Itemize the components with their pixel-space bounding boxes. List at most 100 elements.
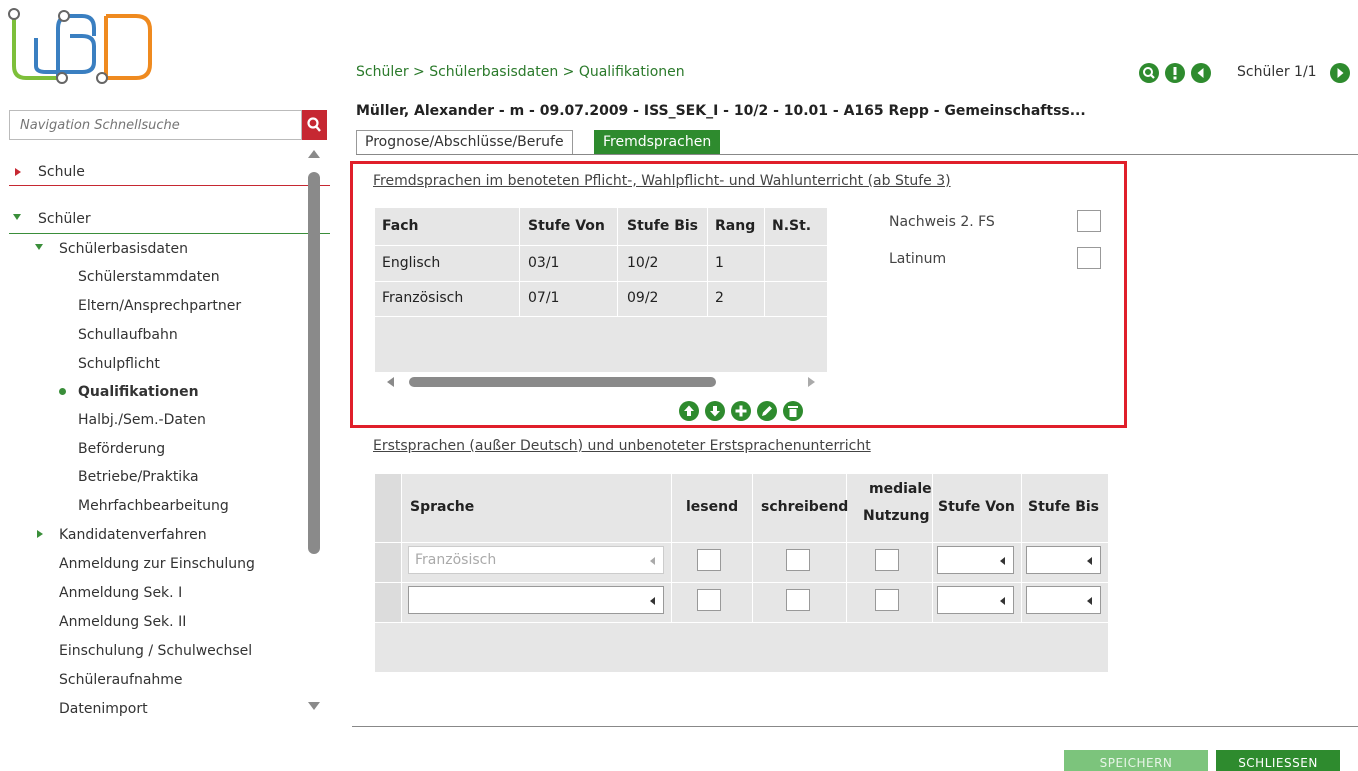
col-divider bbox=[707, 208, 708, 316]
column-header[interactable]: Nutzung bbox=[863, 508, 929, 524]
close-button[interactable]: SCHLIESSEN bbox=[1216, 750, 1340, 771]
nav-item-betriebe[interactable]: Betriebe/Praktika bbox=[78, 467, 199, 487]
sidebar-scrollbar[interactable] bbox=[308, 172, 320, 554]
nav-item-eltern[interactable]: Eltern/Ansprechpartner bbox=[78, 296, 241, 316]
arrow-up-icon bbox=[684, 405, 694, 416]
caret-left-icon bbox=[650, 597, 655, 605]
scroll-down-arrow[interactable] bbox=[308, 702, 320, 710]
tab-prognose[interactable]: Prognose/Abschlüsse/Berufe bbox=[356, 130, 573, 155]
language-select[interactable]: Französisch bbox=[408, 546, 664, 574]
nav-item-schueleraufnahme[interactable]: Schüleraufnahme bbox=[59, 670, 183, 690]
nav-item-kandidatenverfahren[interactable]: Kandidatenverfahren bbox=[59, 525, 207, 545]
nav-item-anmeldung-einschulung[interactable]: Anmeldung zur Einschulung bbox=[59, 554, 255, 574]
column-header[interactable]: Stufe Bis bbox=[1028, 499, 1099, 515]
column-header[interactable]: mediale bbox=[869, 481, 932, 497]
nav-item-schuelerstammdaten[interactable]: Schülerstammdaten bbox=[78, 267, 220, 287]
column-header[interactable]: schreibend bbox=[761, 499, 848, 515]
table-cell[interactable]: 10/2 bbox=[627, 255, 658, 271]
search-pupil-button[interactable] bbox=[1139, 63, 1159, 83]
nav-item-halbj-sem[interactable]: Halbj./Sem.-Daten bbox=[78, 410, 206, 430]
nav-item-schueler[interactable]: Schüler bbox=[38, 209, 91, 229]
lesend-checkbox[interactable] bbox=[697, 549, 721, 571]
stufe-von-select[interactable] bbox=[937, 546, 1014, 574]
tab-fremdsprachen[interactable]: Fremdsprachen bbox=[594, 130, 721, 155]
move-up-button[interactable] bbox=[679, 401, 699, 421]
next-pupil-button[interactable] bbox=[1330, 63, 1350, 83]
scroll-right-arrow[interactable] bbox=[808, 377, 815, 387]
language-select-value: Französisch bbox=[415, 552, 497, 568]
column-header[interactable]: Fach bbox=[382, 218, 418, 234]
table-cell[interactable]: 09/2 bbox=[627, 290, 658, 306]
active-dot-icon bbox=[59, 388, 66, 395]
table-cell[interactable]: Englisch bbox=[382, 255, 440, 271]
nav-item-qualifikationen[interactable]: Qualifikationen bbox=[78, 382, 199, 402]
nav-item-befoerderung[interactable]: Beförderung bbox=[78, 439, 165, 459]
column-header[interactable]: lesend bbox=[686, 499, 738, 515]
row-divider bbox=[375, 622, 1108, 623]
previous-pupil-button[interactable] bbox=[1191, 63, 1211, 83]
nav-item-schuelerbasisdaten[interactable]: Schülerbasisdaten bbox=[59, 239, 188, 259]
nav-search-input[interactable] bbox=[9, 110, 302, 140]
col-divider bbox=[932, 474, 933, 622]
schreibend-checkbox[interactable] bbox=[786, 549, 810, 571]
mediale-nutzung-checkbox[interactable] bbox=[875, 549, 899, 571]
table-cell[interactable]: 07/1 bbox=[528, 290, 559, 306]
stufe-bis-select[interactable] bbox=[1026, 586, 1101, 614]
schreibend-checkbox[interactable] bbox=[786, 589, 810, 611]
caret-left-icon bbox=[1087, 597, 1092, 605]
table-cell[interactable]: Französisch bbox=[382, 290, 463, 306]
logo bbox=[8, 8, 152, 84]
col-divider bbox=[519, 208, 520, 316]
mediale-nutzung-checkbox[interactable] bbox=[875, 589, 899, 611]
tab-divider bbox=[356, 154, 1358, 155]
column-header[interactable]: Stufe Von bbox=[938, 499, 1015, 515]
delete-row-button[interactable] bbox=[783, 401, 803, 421]
column-header[interactable]: N.St. bbox=[772, 218, 811, 234]
row-divider bbox=[375, 316, 827, 317]
col-divider bbox=[617, 208, 618, 316]
latinum-checkbox[interactable] bbox=[1077, 247, 1101, 269]
nav-item-mehrfachbearbeitung[interactable]: Mehrfachbearbeitung bbox=[78, 496, 229, 516]
nav-item-einschulung-schulwechsel[interactable]: Einschulung / Schulwechsel bbox=[59, 641, 252, 661]
stufe-bis-select[interactable] bbox=[1026, 546, 1101, 574]
plus-icon bbox=[735, 405, 747, 417]
add-row-button[interactable] bbox=[731, 401, 751, 421]
table-cell[interactable]: 1 bbox=[715, 255, 724, 271]
nav-item-anmeldung-sek2[interactable]: Anmeldung Sek. II bbox=[59, 612, 186, 632]
nav-item-schullaufbahn[interactable]: Schullaufbahn bbox=[78, 325, 178, 345]
table-cell[interactable]: 2 bbox=[715, 290, 724, 306]
nav-item-datenimport[interactable]: Datenimport bbox=[59, 699, 148, 719]
column-header[interactable]: Sprache bbox=[410, 499, 474, 515]
scroll-up-arrow[interactable] bbox=[308, 150, 320, 158]
row-selector-column bbox=[375, 474, 401, 622]
nav-item-schulpflicht[interactable]: Schulpflicht bbox=[78, 354, 160, 374]
caret-left-icon bbox=[650, 557, 655, 565]
table-cell[interactable]: 03/1 bbox=[528, 255, 559, 271]
col-divider bbox=[846, 474, 847, 622]
language-select[interactable] bbox=[408, 586, 664, 614]
collapsed-arrow-icon bbox=[37, 530, 43, 538]
nav-search-button[interactable] bbox=[302, 110, 327, 140]
stufe-von-select[interactable] bbox=[937, 586, 1014, 614]
column-header[interactable]: Stufe Von bbox=[528, 218, 605, 234]
edit-row-button[interactable] bbox=[757, 401, 777, 421]
row-divider bbox=[375, 542, 1108, 543]
lesend-checkbox[interactable] bbox=[697, 589, 721, 611]
divider bbox=[9, 185, 330, 186]
caret-left-icon bbox=[1000, 597, 1005, 605]
alert-button[interactable] bbox=[1165, 63, 1185, 83]
nav-item-anmeldung-sek1[interactable]: Anmeldung Sek. I bbox=[59, 583, 182, 603]
trash-icon bbox=[788, 406, 798, 417]
save-button[interactable]: SPEICHERN bbox=[1064, 750, 1208, 771]
column-header[interactable]: Stufe Bis bbox=[627, 218, 698, 234]
table-horizontal-scrollbar[interactable] bbox=[409, 377, 716, 387]
fremdsprachen-title: Fremdsprachen im benoteten Pflicht-, Wah… bbox=[373, 173, 951, 189]
nav-item-schule[interactable]: Schule bbox=[38, 162, 85, 182]
breadcrumb[interactable]: Schüler > Schülerbasisdaten > Qualifikat… bbox=[356, 64, 685, 80]
scroll-left-arrow[interactable] bbox=[387, 377, 394, 387]
caret-left-icon bbox=[1087, 557, 1092, 565]
column-header[interactable]: Rang bbox=[715, 218, 755, 234]
move-down-button[interactable] bbox=[705, 401, 725, 421]
caret-left-icon bbox=[1000, 557, 1005, 565]
nachweis-2fs-checkbox[interactable] bbox=[1077, 210, 1101, 232]
